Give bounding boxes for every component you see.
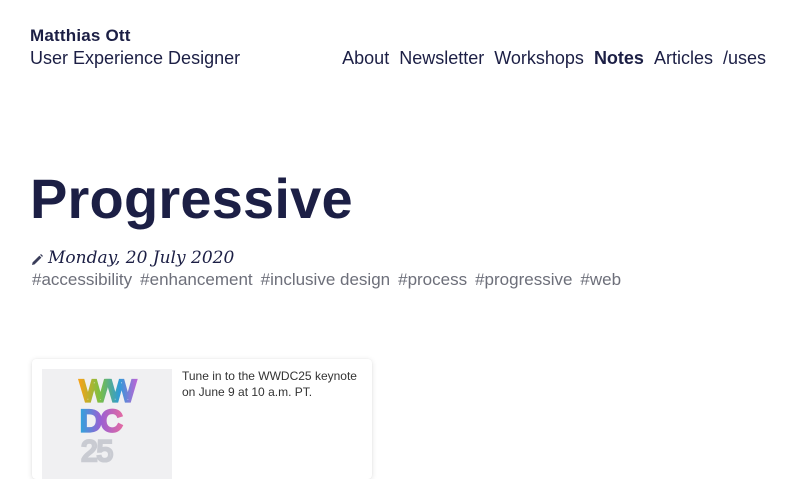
embed-card[interactable]: WW DC 25 Tune in to the WWDC25 keynote o… <box>32 359 372 479</box>
tag-list: #accessibility #enhancement #inclusive d… <box>32 269 629 291</box>
tag-link[interactable]: #accessibility <box>32 269 132 291</box>
tag-link[interactable]: #web <box>580 269 621 291</box>
nav-item-notes[interactable]: Notes <box>594 47 644 69</box>
tag-link[interactable]: #process <box>398 269 467 291</box>
embed-image-line3: 25 <box>81 435 113 468</box>
embed-image-line2: DC <box>80 405 122 438</box>
main-nav: About Newsletter Workshops Notes Article… <box>332 47 766 69</box>
brand: Matthias Ott User Experience Designer <box>30 26 240 69</box>
tag-link[interactable]: #inclusive design <box>261 269 390 291</box>
embed-image-line1: WW <box>80 375 136 408</box>
site-name-link[interactable]: Matthias Ott <box>30 26 240 46</box>
post-date-text: Monday, 20 July 2020 <box>48 248 235 268</box>
page-title: Progressive <box>30 167 353 230</box>
nav-item-workshops[interactable]: Workshops <box>494 47 584 69</box>
tag-link[interactable]: #enhancement <box>140 269 252 291</box>
tag-link[interactable]: #progressive <box>475 269 572 291</box>
nav-item-about[interactable]: About <box>342 47 389 69</box>
site-header: Matthias Ott User Experience Designer Ab… <box>30 26 766 70</box>
nav-item-newsletter[interactable]: Newsletter <box>399 47 484 69</box>
nav-item-uses[interactable]: /uses <box>723 47 766 69</box>
site-tagline: User Experience Designer <box>30 48 241 68</box>
embed-text: Tune in to the WWDC25 keynote on June 9 … <box>182 369 357 399</box>
embed-image: WW DC 25 <box>42 369 172 479</box>
post-date: Monday, 20 July 2020 <box>30 247 234 269</box>
nav-item-articles[interactable]: Articles <box>654 47 713 69</box>
pencil-icon <box>30 251 44 265</box>
